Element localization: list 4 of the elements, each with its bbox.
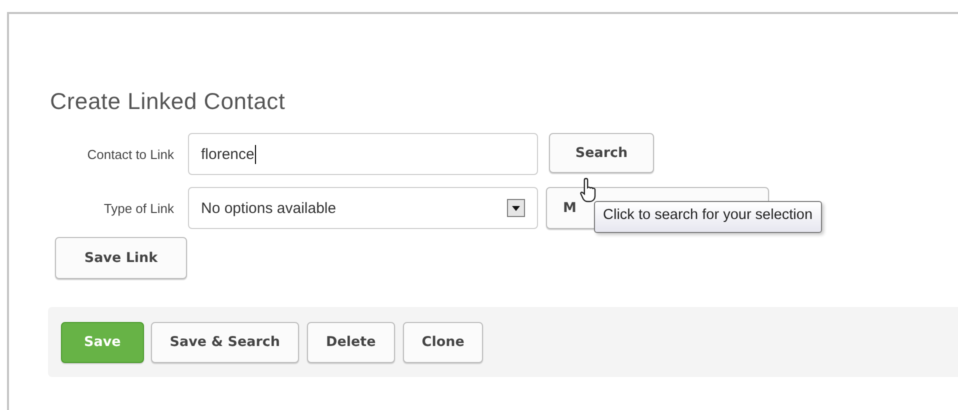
field-label: Contact to Link [86, 146, 175, 162]
field-label: Type of Link [102, 200, 175, 216]
form-title: Create Linked Contact [50, 88, 286, 115]
tooltip: Click to search for your selection [594, 201, 822, 233]
